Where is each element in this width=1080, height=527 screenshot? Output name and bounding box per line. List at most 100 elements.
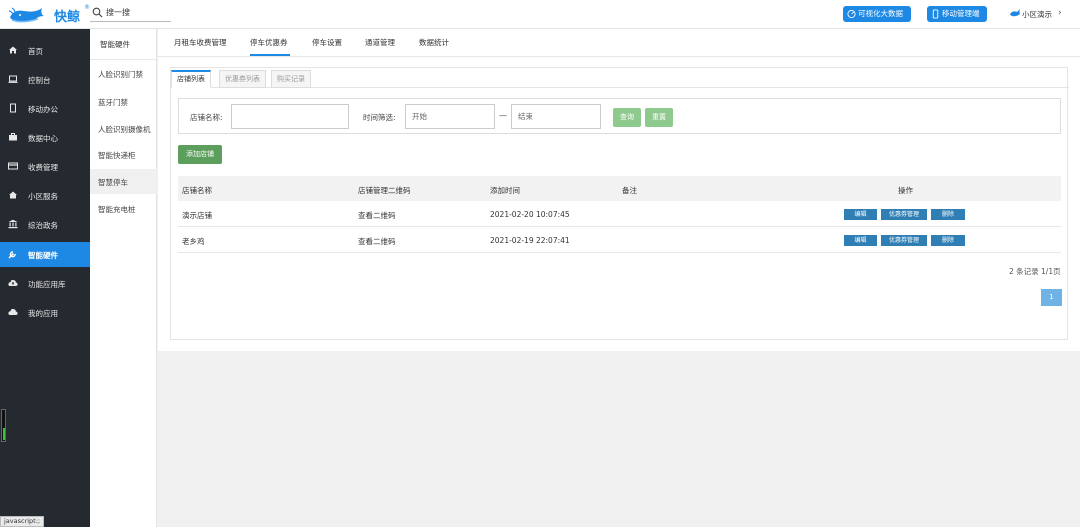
subnav-item-face-access[interactable]: 人脸识别门禁: [90, 61, 157, 86]
coupon-manage-button[interactable]: 优惠券管理: [881, 209, 927, 220]
range-dash: —: [499, 111, 507, 120]
sub-sidebar-title: 智能硬件: [100, 40, 130, 49]
sidebar-item-community-service[interactable]: 小区服务: [0, 183, 90, 208]
tab-channel-management[interactable]: 通道管理: [365, 37, 395, 48]
subnav-item-label: 智慧停车: [98, 178, 128, 187]
column-header-qr: 店铺管理二维码: [358, 186, 411, 195]
main-sidebar: 首页 控制台 移动办公 数据中心 收费管理 小区服务 综治政务 智能硬件 功能应…: [0, 29, 90, 527]
column-header-time: 添加时间: [490, 186, 520, 195]
inner-tabs: 店铺列表 优惠券列表 购买记录: [171, 68, 1069, 88]
status-bar-link: javascript:;: [0, 516, 45, 527]
column-header-actions: 操作: [898, 186, 913, 195]
tab-purchase-records[interactable]: 购买记录: [271, 70, 311, 88]
cloud-icon: [8, 308, 18, 315]
active-tab-indicator: [250, 54, 290, 56]
mobile-icon: [932, 9, 939, 19]
home-icon: [9, 46, 17, 54]
tab-coupon-list[interactable]: 优惠券列表: [219, 70, 266, 88]
shop-name-label: 店铺名称:: [190, 113, 223, 122]
sub-sidebar: 智能硬件 人脸识别门禁 蓝牙门禁 人脸识别摄像机 智能快递柜 智慧停车 智能充电…: [90, 29, 157, 527]
subnav-item-bluetooth-access[interactable]: 蓝牙门禁: [90, 89, 157, 114]
visual-data-label: 可视化大数据: [858, 9, 903, 18]
sidebar-item-billing[interactable]: 收费管理: [0, 154, 90, 179]
tab-monthly-rental[interactable]: 月租车收费管理: [174, 37, 227, 48]
shop-name-cell: 演示店铺: [182, 211, 212, 220]
time-filter-label: 时间筛选:: [363, 113, 396, 122]
shop-name-input[interactable]: [231, 104, 349, 129]
shop-panel: 店铺列表 优惠券列表 购买记录 店铺名称: 时间筛选: — 查询 重置 添加店铺…: [170, 67, 1069, 340]
tab-parking-settings[interactable]: 停车设置: [312, 37, 342, 48]
view-qr-link[interactable]: 查看二维码: [358, 236, 396, 247]
table-header: 店铺名称 店铺管理二维码 添加时间 备注 操作: [178, 176, 1061, 201]
laptop-icon: [8, 75, 18, 83]
subnav-item-label: 蓝牙门禁: [98, 98, 128, 107]
edit-button[interactable]: 编辑: [844, 235, 877, 246]
search-box[interactable]: [90, 5, 171, 22]
added-time-cell: 2021-02-19 22:07:41: [490, 236, 570, 245]
pagination-info: 2 条记录 1/1页: [1009, 267, 1061, 276]
sidebar-item-label: 功能应用库: [28, 280, 66, 289]
visual-data-button[interactable]: 可视化大数据: [843, 6, 911, 22]
tab-statistics[interactable]: 数据统计: [419, 37, 449, 48]
search-icon[interactable]: [92, 7, 103, 18]
delete-button[interactable]: 删除: [931, 209, 965, 220]
filter-box: 店铺名称: 时间筛选: — 查询 重置: [178, 98, 1061, 134]
top-tabs: 月租车收费管理 停车优惠券 停车设置 通道管理 数据统计: [158, 29, 1080, 57]
mobile-admin-button[interactable]: 移动管理端: [927, 6, 987, 22]
sidebar-item-app-library[interactable]: 功能应用库: [0, 271, 90, 296]
start-date-input[interactable]: [405, 104, 495, 129]
mobile-icon: [10, 103, 16, 113]
sidebar-item-console[interactable]: 控制台: [0, 67, 90, 92]
end-date-input[interactable]: [511, 104, 601, 129]
view-qr-link[interactable]: 查看二维码: [358, 210, 396, 221]
sidebar-item-governance[interactable]: 综治政务: [0, 212, 90, 237]
sidebar-item-mobile-office[interactable]: 移动办公: [0, 96, 90, 121]
subnav-item-parcel-locker[interactable]: 智能快递柜: [90, 142, 157, 167]
sidebar-item-label: 小区服务: [28, 192, 58, 201]
table-row: 演示店铺 查看二维码 2021-02-20 10:07:45 编辑 优惠券管理 …: [178, 201, 1061, 227]
pagination-page-1[interactable]: 1: [1041, 289, 1062, 306]
sidebar-item-label: 数据中心: [28, 134, 58, 143]
tab-shop-list[interactable]: 店铺列表: [171, 70, 211, 88]
sidebar-item-data-center[interactable]: 数据中心: [0, 125, 90, 150]
sidebar-item-label: 我的应用: [28, 309, 58, 318]
mobile-admin-label: 移动管理端: [942, 9, 980, 18]
edit-button[interactable]: 编辑: [844, 209, 877, 220]
column-header-shop-name: 店铺名称: [182, 186, 212, 195]
sidebar-item-home[interactable]: 首页: [0, 38, 90, 63]
subnav-item-face-camera[interactable]: 人脸识别摄像机: [90, 116, 157, 141]
top-bar: 快鲸 ® 可视化大数据 移动管理端 小区演示 ›: [0, 0, 1080, 29]
subnav-item-smart-parking[interactable]: 智慧停车: [90, 169, 157, 194]
scroll-indicator[interactable]: [1, 409, 6, 442]
bank-icon: [8, 219, 18, 229]
sidebar-item-my-apps[interactable]: 我的应用: [0, 300, 90, 325]
sidebar-item-smart-hardware[interactable]: 智能硬件: [0, 242, 90, 267]
sidebar-item-label: 综治政务: [28, 221, 58, 230]
main-content: 月租车收费管理 停车优惠券 停车设置 通道管理 数据统计 店铺列表 优惠券列表 …: [158, 29, 1080, 351]
logo-text: 快鲸: [54, 10, 81, 25]
table-row: 老乡鸡 查看二维码 2021-02-19 22:07:41 编辑 优惠券管理 删…: [178, 227, 1061, 253]
reset-button[interactable]: 重置: [645, 108, 673, 127]
logo[interactable]: 快鲸 ®: [8, 2, 90, 26]
sidebar-item-label: 智能硬件: [28, 251, 58, 260]
search-input[interactable]: [106, 6, 169, 19]
scroll-indicator-fill: [3, 428, 5, 440]
query-button[interactable]: 查询: [613, 108, 641, 127]
whale-logo-icon: [8, 7, 44, 23]
sidebar-item-label: 移动办公: [28, 105, 58, 114]
subnav-item-charging-pile[interactable]: 智能充电桩: [90, 196, 157, 221]
delete-button[interactable]: 删除: [931, 235, 965, 246]
coupon-manage-button[interactable]: 优惠券管理: [881, 235, 927, 246]
cloud-upload-icon: [8, 279, 18, 286]
sidebar-item-label: 控制台: [28, 76, 51, 85]
house-icon: [9, 191, 17, 199]
tab-parking-coupon[interactable]: 停车优惠券: [250, 37, 288, 48]
column-header-note: 备注: [622, 186, 637, 195]
subnav-item-label: 智能充电桩: [98, 205, 136, 214]
chevron-right-icon[interactable]: ›: [1058, 8, 1062, 18]
card-icon: [8, 162, 18, 170]
dashboard-icon: [847, 9, 856, 19]
add-shop-button[interactable]: 添加店铺: [178, 145, 222, 164]
community-switcher[interactable]: 小区演示: [1022, 9, 1052, 20]
subnav-item-label: 智能快递柜: [98, 151, 136, 160]
